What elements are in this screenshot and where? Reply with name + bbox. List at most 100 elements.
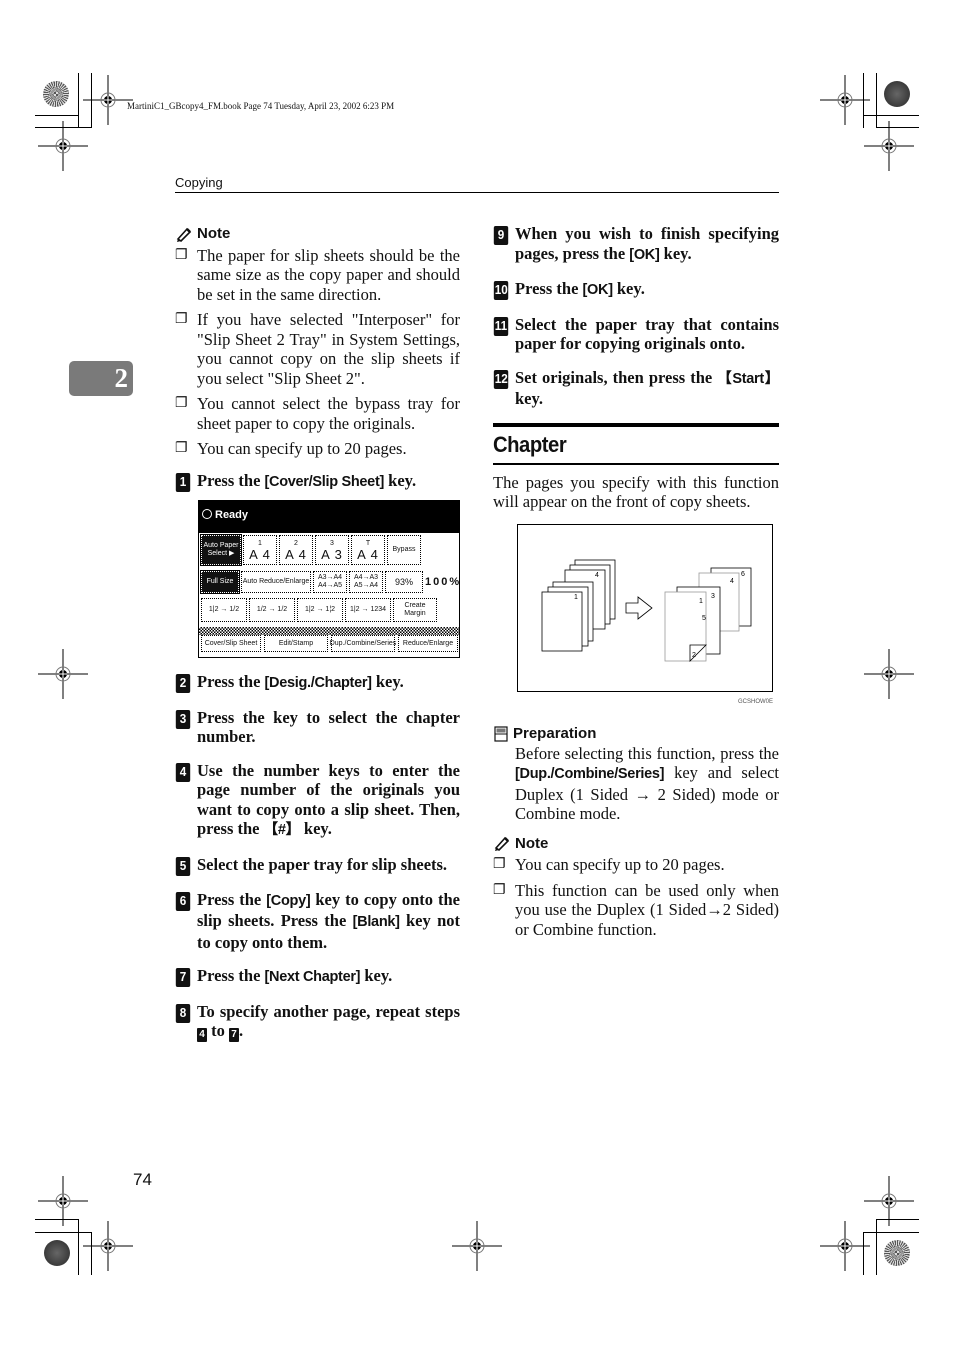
step-ref-badge: 4	[197, 1028, 207, 1042]
key-label: [Blank]	[352, 914, 400, 930]
note-heading: Note	[175, 224, 460, 244]
chapter-tab: 2	[69, 361, 133, 396]
tray-3-button[interactable]: 3A 3	[315, 535, 349, 565]
panel-status: Ready	[199, 507, 459, 533]
ratio-button[interactable]: A4→A3 A5→A4	[349, 571, 383, 593]
figure-code: GCSHOW0E	[737, 698, 773, 705]
ratio-button[interactable]: A3→A4 A4→A5	[313, 571, 347, 593]
step-6: 6 Press the [Copy] key to copy onto the …	[175, 890, 460, 953]
registration-crosshair-icon	[83, 1221, 133, 1271]
checkbox-bullet-icon: ❐	[175, 312, 188, 327]
key-label: 【#】	[263, 822, 300, 838]
step-number-badge: 8	[175, 1003, 191, 1023]
right-column: 9 When you wish to finish specifying pag…	[493, 224, 779, 945]
auto-reduce-enlarge-button[interactable]: Auto Reduce/Enlarge	[241, 571, 311, 593]
note-item: ❐ If you have selected "Interposer" for "…	[175, 310, 460, 388]
registration-crosshair-icon	[820, 1221, 870, 1271]
step-9: 9 When you wish to finish specifying pag…	[493, 224, 779, 265]
registration-crosshair-icon	[452, 1221, 502, 1271]
step-ref-badge: 7	[229, 1028, 239, 1042]
registration-crosshair-icon	[38, 649, 88, 699]
page-label: 6	[741, 571, 745, 578]
tray-1-button[interactable]: 1A 4	[243, 535, 277, 565]
mode-button[interactable]: 1|2 → 1/2	[201, 598, 247, 622]
step-number-badge: 11	[493, 316, 509, 336]
page-stack-diagram: 4 1 6 4 5 3 1 2	[541, 559, 752, 662]
tab-cover-slip-sheet[interactable]: Cover/Slip Sheet	[201, 635, 261, 652]
note-item: ❐ The paper for slip sheets should be the…	[175, 245, 460, 304]
step-2: 2 Press the [Desig./Chapter] key.	[175, 672, 460, 694]
left-column: Note ❐ The paper for slip sheets should b…	[175, 224, 460, 1056]
step-number-badge: 9	[493, 226, 509, 245]
registration-crosshair-icon	[820, 75, 870, 125]
mode-button[interactable]: 1/2 → 1/2	[249, 598, 295, 622]
page-number: 74	[133, 1170, 152, 1189]
tab-dup-combine-series[interactable]: Dup./Combine/Series	[330, 635, 396, 652]
step-10: 10 Press the [OK] key.	[493, 279, 645, 300]
mode-button[interactable]: 1|2 → 1234	[345, 598, 391, 622]
original-pages-stack	[541, 559, 616, 651]
registration-crosshair-icon	[38, 1176, 88, 1226]
step-12: 12 Set originals, then press the 【Start】…	[493, 367, 780, 408]
registration-crosshair-icon	[864, 121, 914, 171]
key-label: [Desig./Chapter]	[264, 675, 372, 691]
checkbox-bullet-icon: ❐	[175, 396, 188, 411]
page-label: 2	[692, 652, 696, 659]
page-label: 4	[730, 578, 734, 585]
print-meta: MartiniC1_GBcopy4_FM.book Page 74 Tuesda…	[127, 101, 395, 111]
page-label: 3	[711, 593, 715, 600]
pencil-icon	[176, 227, 192, 242]
arrow-right-icon	[625, 595, 653, 620]
mode-button[interactable]: 1|2 → 1¦2	[297, 598, 343, 622]
create-margin-button[interactable]: Create Margin	[393, 598, 437, 622]
registration-marks	[38, 75, 914, 1271]
section-intro: The pages you specify with this function…	[493, 472, 779, 512]
step-8: 8 To specify another page, repeat steps …	[175, 1002, 460, 1042]
checkbox-bullet-icon: ❐	[493, 882, 506, 898]
step-number-badge: 12	[493, 369, 509, 389]
section-rule-bottom	[493, 462, 779, 465]
key-label: [OK]	[582, 282, 614, 298]
registration-crosshair-icon	[83, 75, 133, 125]
page-label: 4	[595, 572, 599, 579]
preparation-text: Before selecting this function, press th…	[515, 743, 779, 824]
page-label: 5	[702, 615, 706, 622]
step-number-badge: 6	[175, 891, 191, 911]
note-item: ❐ This function can be used only when you…	[493, 880, 779, 939]
registration-crosshair-icon	[864, 1176, 914, 1226]
step-number-badge: 5	[175, 856, 191, 876]
bypass-button[interactable]: Bypass	[387, 535, 421, 565]
tab-edit-stamp[interactable]: Edit/Stamp	[264, 635, 328, 652]
chapter-illustration: 4 1 6 4 5 3 1 2	[517, 523, 773, 692]
output-pages-stack	[664, 567, 752, 662]
ratio-button[interactable]: 93%	[385, 571, 423, 593]
tab-reduce-enlarge[interactable]: Reduce/Enlarge	[398, 635, 458, 652]
checkbox-bullet-icon: ❐	[493, 857, 506, 872]
step-5: 5 Select the paper tray for slip sheets.	[175, 855, 460, 876]
header-rule	[175, 192, 779, 193]
auto-paper-select-button[interactable]: Auto Paper Select ▶	[200, 534, 242, 566]
note-title: Note	[197, 225, 231, 242]
registration-crosshair-icon	[38, 121, 88, 171]
step-3: 3 Press the key to select the chapter nu…	[175, 708, 460, 747]
note-item: ❐ You cannot select the bypass tray for s…	[175, 394, 460, 433]
step-number-badge: 2	[175, 674, 191, 693]
preparation-icon	[494, 726, 508, 742]
preparation-heading: Preparation	[493, 724, 779, 744]
tray-t-button[interactable]: TA 4	[351, 535, 385, 565]
tray-2-button[interactable]: 2A 4	[279, 535, 313, 565]
full-size-button[interactable]: Full Size	[200, 570, 240, 594]
key-label: [Dup./Combine/Series]	[515, 766, 665, 782]
page-label: 1	[574, 594, 578, 601]
ready-icon	[202, 509, 212, 519]
note-item: ❐ You can specify up to 20 pages.	[493, 855, 725, 874]
control-panel-screen: Ready Auto Paper Select ▶ 1A 4 2A 4 3A 3…	[198, 500, 460, 658]
step-7: 7 Press the [Next Chapter] key.	[175, 966, 460, 988]
step-1: 1 Press the [Cover/Slip Sheet] key.	[175, 471, 460, 493]
step-11: 11 Select the paper tray that contains p…	[493, 314, 779, 353]
key-label: 【Start】	[717, 370, 780, 387]
registration-crosshair-icon	[864, 649, 914, 699]
key-label: [Next Chapter]	[264, 969, 361, 985]
step-number-badge: 7	[175, 968, 191, 987]
page-label: 1	[699, 598, 703, 605]
